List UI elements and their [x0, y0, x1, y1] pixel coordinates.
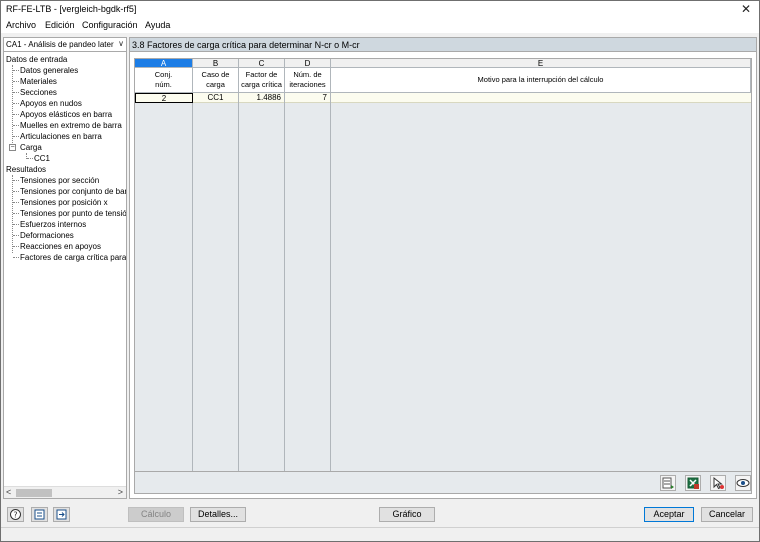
menu-ayuda[interactable]: Ayuda — [145, 20, 170, 30]
horizontal-scrollbar[interactable]: < > — [4, 486, 126, 498]
results-panel: 3.8 Factores de carga crítica para deter… — [129, 37, 757, 499]
view-eye-icon[interactable] — [735, 475, 751, 491]
tree-item-deformaciones[interactable]: Deformaciones — [20, 230, 74, 241]
scroll-thumb[interactable] — [16, 489, 52, 497]
pointer-select-icon[interactable] — [710, 475, 726, 491]
column-header-e: Motivo para la interrupción del cálculo — [331, 68, 751, 93]
tree-connector — [12, 175, 13, 253]
help-icon[interactable]: ? — [7, 507, 24, 522]
menu-edicion[interactable]: Edición — [45, 20, 75, 30]
column-divider — [239, 59, 285, 471]
menu-bar: Archivo Edición Configuración Ayuda — [1, 18, 759, 33]
tree-node-results-root[interactable]: Resultados — [6, 164, 46, 175]
window-title: RF-FE-LTB - [vergleich-bgdk-rf5] — [6, 4, 137, 14]
tree-item-secciones[interactable]: Secciones — [20, 87, 57, 98]
panel-title-bar: 3.8 Factores de carga crítica para deter… — [130, 38, 756, 52]
panel-title: 3.8 Factores de carga crítica para deter… — [132, 40, 360, 50]
tree-item-materiales[interactable]: Materiales — [20, 76, 57, 87]
bottom-toolbar: ? Cálculo Detalles... Gráfico Aceptar Ca… — [1, 503, 759, 525]
tree-item-apoyos-elasticos[interactable]: Apoyos elásticos en barra — [20, 109, 112, 120]
table-cell-set-number[interactable]: 2 — [135, 93, 193, 103]
tree-item-esfuerzos[interactable]: Esfuerzos internos — [20, 219, 86, 230]
excel-import-icon[interactable] — [685, 475, 701, 491]
column-divider — [135, 59, 193, 471]
tree-connector — [12, 65, 13, 143]
scroll-right-icon[interactable]: > — [118, 487, 123, 497]
calculo-button[interactable]: Cálculo — [128, 507, 184, 522]
tree-item-factores-carga[interactable]: Factores de carga crítica para i — [20, 252, 126, 263]
tree-item-tensiones-seccion[interactable]: Tensiones por sección — [20, 175, 99, 186]
load-case-select-value: CA1 - Análisis de pandeo latera — [6, 40, 114, 49]
menu-configuracion[interactable]: Configuración — [82, 20, 138, 30]
excel-export-icon[interactable] — [660, 475, 676, 491]
results-table: A B C D E Conj. núm. Caso de carga Factor … — [134, 58, 752, 472]
tree-item-reacciones[interactable]: Reacciones en apoyos — [20, 241, 101, 252]
tree-item-apoyos-nudos[interactable]: Apoyos en nudos — [20, 98, 82, 109]
tree-item-cc1[interactable]: CC1 — [34, 153, 50, 164]
table-cell-load-case[interactable]: CC1 — [193, 93, 239, 103]
tree-item-tensiones-posicion[interactable]: Tensiones por posición x — [20, 197, 108, 208]
navigator-panel: CA1 - Análisis de pandeo latera ∨ Datos … — [3, 37, 127, 499]
collapse-icon[interactable]: − — [9, 144, 16, 151]
table-toolbar — [134, 472, 752, 494]
tree-item-muelles[interactable]: Muelles en extremo de barra — [20, 120, 122, 131]
units-icon[interactable] — [31, 507, 48, 522]
cancelar-button[interactable]: Cancelar — [701, 507, 753, 522]
table-cell-critical-factor[interactable]: 1.4886 — [239, 93, 285, 103]
application-window: RF-FE-LTB - [vergleich-bgdk-rf5] ✕ Archi… — [0, 0, 760, 542]
tree-item-tensiones-conjunto[interactable]: Tensiones por conjunto de barr — [20, 186, 126, 197]
title-bar: RF-FE-LTB - [vergleich-bgdk-rf5] ✕ — [1, 1, 759, 18]
scroll-left-icon[interactable]: < — [6, 487, 11, 497]
table-cell-reason[interactable] — [331, 93, 751, 103]
detalles-button[interactable]: Detalles... — [190, 507, 246, 522]
aceptar-button[interactable]: Aceptar — [644, 507, 694, 522]
tree-node-carga[interactable]: Carga — [20, 142, 42, 153]
tree-item-tensiones-punto[interactable]: Tensiones por punto de tensiór — [20, 208, 126, 219]
svg-text:?: ? — [13, 511, 17, 520]
column-letter-e[interactable]: E — [331, 59, 751, 68]
close-icon[interactable]: ✕ — [739, 2, 753, 16]
grafico-button[interactable]: Gráfico — [379, 507, 435, 522]
table-cell-iterations[interactable]: 7 — [285, 93, 331, 103]
menu-archivo[interactable]: Archivo — [6, 20, 36, 30]
column-divider — [285, 59, 331, 471]
tree-item-datos-generales[interactable]: Datos generales — [20, 65, 78, 76]
navigate-icon[interactable] — [53, 507, 70, 522]
tree-item-articulaciones[interactable]: Articulaciones en barra — [20, 131, 102, 142]
tree-node-input-root[interactable]: Datos de entrada — [6, 54, 67, 65]
navigator-tree: Datos de entrada Datos generales Materia… — [4, 54, 126, 485]
chevron-down-icon[interactable]: ∨ — [118, 39, 124, 48]
status-bar — [1, 527, 759, 541]
column-divider — [193, 59, 239, 471]
load-case-select[interactable]: CA1 - Análisis de pandeo latera ∨ — [4, 38, 126, 52]
